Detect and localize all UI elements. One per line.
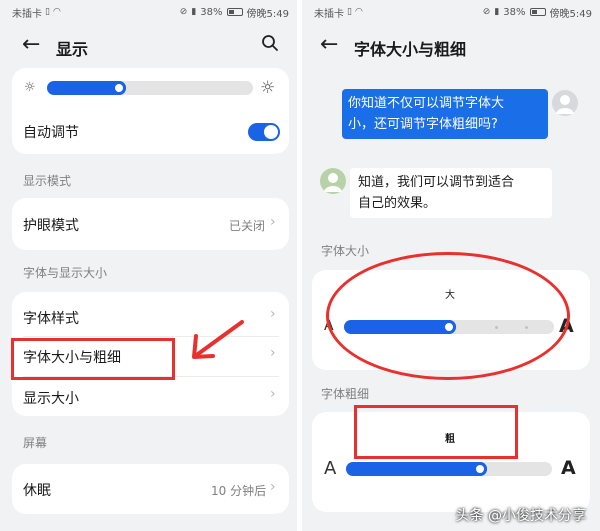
avatar-icon <box>552 90 578 116</box>
eye-care-row[interactable]: 护眼模式 已关闭 › <box>12 198 289 250</box>
brightness-card: ☼ ☼ 自动调节 <box>12 68 289 154</box>
font-size-weight-screen: 未插卡 ▯ ◠ ⊘ ▮ 38% 傍晚5:49 ← 字体大小与粗细 你知道不仅可以… <box>302 0 600 531</box>
brightness-high-icon: ☼ <box>260 78 276 98</box>
bold-a-icon: A <box>561 457 576 479</box>
section-font-display: 字体与显示大小 <box>23 266 108 280</box>
status-bar: 未插卡 ▯ ◠ ⊘ ▮ 38% 傍晚5:49 <box>314 4 592 20</box>
sleep-label: 休眠 <box>23 483 51 499</box>
dnd-icon: ⊘ <box>179 7 188 17</box>
auto-adjust-toggle[interactable] <box>248 123 280 141</box>
wifi-icon: ◠ <box>354 7 363 17</box>
font-weight-section-label: 字体粗细 <box>321 387 370 401</box>
display-size-label: 显示大小 <box>23 391 79 407</box>
chevron-right-icon: › <box>270 386 276 402</box>
chevron-right-icon: › <box>270 479 276 495</box>
display-size-row[interactable]: 显示大小 › <box>12 376 289 416</box>
avatar-icon <box>320 168 346 194</box>
highlight-box <box>11 338 175 380</box>
chevron-right-icon: › <box>270 306 276 322</box>
battery-icon <box>226 8 243 16</box>
highlight-arrow <box>192 320 244 359</box>
highlight-box <box>354 405 518 459</box>
dnd-icon: ⊘ <box>482 7 491 17</box>
back-arrow-icon[interactable]: ← <box>320 32 338 57</box>
clock: 傍晚5:49 <box>549 8 592 20</box>
chevron-right-icon: › <box>270 345 276 361</box>
font-weight-slider-fill <box>346 462 487 476</box>
font-weight-slider[interactable] <box>346 462 552 476</box>
vibrate-icon: ▮ <box>191 7 197 17</box>
sim-icon: ▯ <box>45 7 50 17</box>
battery-icon <box>529 8 546 16</box>
back-arrow-icon[interactable]: ← <box>22 32 40 57</box>
auto-adjust-label: 自动调节 <box>23 125 79 141</box>
watermark: 头条 @小俊技术分享 <box>455 508 586 524</box>
display-settings-screen: 未插卡 ▯ ◠ ⊘ ▮ 38% 傍晚5:49 ← 显示 ☼ ☼ 自动调节 显示模… <box>0 0 297 531</box>
eye-care-status: 已关闭 <box>229 219 266 233</box>
eye-care-label: 护眼模式 <box>23 218 79 234</box>
page-title: 显示 <box>56 40 89 59</box>
search-icon[interactable] <box>261 34 279 56</box>
section-display-mode: 显示模式 <box>23 174 72 188</box>
header: ← 显示 <box>0 30 297 62</box>
preview-question-bubble: 你知道不仅可以调节字体大 小，还可调节字体粗细吗? <box>342 89 548 139</box>
font-weight-slider-thumb[interactable] <box>473 462 487 476</box>
sleep-row[interactable]: 休眠 10 分钟后 › <box>12 464 289 514</box>
thin-a-icon: A <box>324 458 337 479</box>
wifi-icon: ◠ <box>52 7 61 17</box>
carrier-text: 未插卡 <box>12 8 42 20</box>
battery-percent: 38% <box>200 6 223 18</box>
chevron-right-icon: › <box>270 214 276 230</box>
highlight-ellipse <box>326 252 570 380</box>
clock: 傍晚5:49 <box>246 8 289 20</box>
battery-percent: 38% <box>503 6 526 18</box>
status-bar: 未插卡 ▯ ◠ ⊘ ▮ 38% 傍晚5:49 <box>12 4 289 20</box>
page-title: 字体大小与粗细 <box>354 40 467 59</box>
brightness-slider-thumb[interactable] <box>112 81 126 95</box>
preview-answer-bubble: 知道，我们可以调节到适合 自己的效果。 <box>350 168 552 218</box>
font-style-label: 字体样式 <box>23 311 79 327</box>
sleep-value: 10 分钟后 <box>211 484 267 498</box>
font-size-section-label: 字体大小 <box>321 244 370 258</box>
carrier-text: 未插卡 <box>314 8 344 20</box>
brightness-low-icon: ☼ <box>24 80 36 95</box>
vibrate-icon: ▮ <box>494 7 500 17</box>
header: ← 字体大小与粗细 <box>302 30 600 62</box>
brightness-slider[interactable] <box>47 81 253 95</box>
sim-icon: ▯ <box>347 7 352 17</box>
section-screen: 屏幕 <box>23 436 48 450</box>
